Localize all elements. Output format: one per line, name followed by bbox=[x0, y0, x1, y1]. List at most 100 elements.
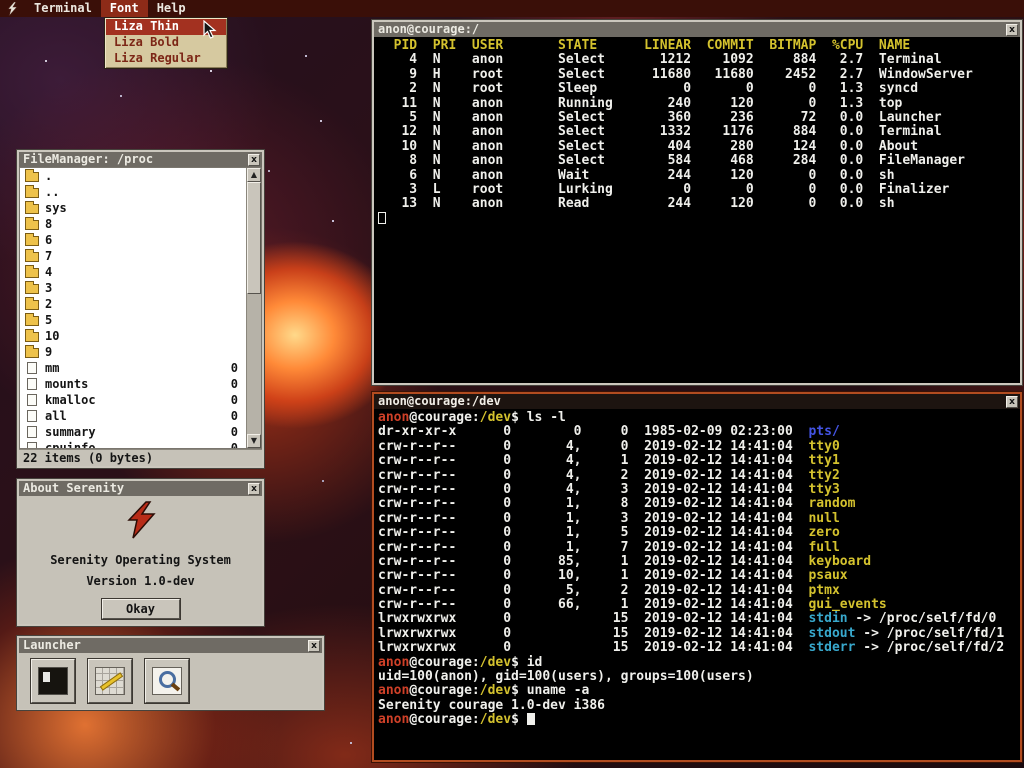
terminal-line: crw-r--r-- 0 4, 3 2019-02-12 14:41:04 tt… bbox=[378, 483, 1016, 497]
font-menu-item-liza-regular[interactable]: Liza Regular bbox=[106, 51, 226, 67]
launch-font-editor-button[interactable] bbox=[88, 659, 132, 703]
file-list-item[interactable]: summary0 bbox=[20, 424, 246, 440]
file-name: .. bbox=[45, 185, 59, 199]
file-list-item[interactable]: mm0 bbox=[20, 360, 246, 376]
terminal-line: crw-r--r-- 0 4, 2 2019-02-12 14:41:04 tt… bbox=[378, 469, 1016, 483]
process-row: 2 N root Sleep 0 0 0 1.3 syncd bbox=[378, 82, 1016, 96]
terminal-line: crw-r--r-- 0 1, 5 2019-02-12 14:41:04 ze… bbox=[378, 526, 1016, 540]
file-name: mm bbox=[45, 361, 59, 375]
close-icon[interactable]: x bbox=[1006, 24, 1018, 36]
about-version: Version 1.0-dev bbox=[86, 574, 194, 588]
scrollbar[interactable]: ▲ ▼ bbox=[246, 168, 261, 448]
file-list-item[interactable]: 7 bbox=[20, 248, 246, 264]
about-titlebar[interactable]: About Serenity x bbox=[19, 481, 262, 496]
folder-icon bbox=[25, 316, 39, 326]
close-icon[interactable]: x bbox=[1006, 396, 1018, 408]
about-body: Serenity Operating System Version 1.0-de… bbox=[19, 496, 262, 624]
terminal-line: lrwxrwxrwx 0 15 2019-02-12 14:41:04 stdo… bbox=[378, 627, 1016, 641]
file-name: all bbox=[45, 409, 67, 423]
process-row: 3 L root Lurking 0 0 0 0.0 Finalizer bbox=[378, 183, 1016, 197]
close-icon[interactable]: x bbox=[248, 483, 260, 495]
launcher-titlebar[interactable]: Launcher x bbox=[19, 638, 322, 653]
font-menu-item-liza-thin[interactable]: Liza Thin bbox=[106, 19, 226, 35]
close-icon[interactable]: x bbox=[248, 154, 260, 166]
folder-icon bbox=[25, 300, 39, 310]
file-list-item[interactable]: all0 bbox=[20, 408, 246, 424]
file-list-item[interactable]: sys bbox=[20, 200, 246, 216]
process-row: 13 N anon Read 244 120 0 0.0 sh bbox=[378, 197, 1016, 211]
file-name: summary bbox=[45, 425, 96, 439]
launch-file-search-button[interactable] bbox=[145, 659, 189, 703]
process-terminal-output[interactable]: PID PRI USER STATE LINEAR COMMIT BITMAP … bbox=[374, 37, 1020, 383]
process-row: 8 N anon Select 584 468 284 0.0 FileMana… bbox=[378, 154, 1016, 168]
file-name: 5 bbox=[45, 313, 52, 327]
file-manager-titlebar[interactable]: FileManager: /proc x bbox=[19, 152, 262, 167]
folder-icon bbox=[25, 284, 39, 294]
file-name: 4 bbox=[45, 265, 52, 279]
window-title: About Serenity bbox=[23, 481, 248, 496]
process-row: 5 N anon Select 360 236 72 0.0 Launcher bbox=[378, 111, 1016, 125]
file-list-item[interactable]: 5 bbox=[20, 312, 246, 328]
file-list-item[interactable]: .. bbox=[20, 184, 246, 200]
font-menu-item-liza-bold[interactable]: Liza Bold bbox=[106, 35, 226, 51]
terminal-line: uid=100(anon), gid=100(users), groups=10… bbox=[378, 670, 1016, 684]
file-list-item[interactable]: mounts0 bbox=[20, 376, 246, 392]
font-editor-icon bbox=[95, 667, 125, 695]
process-row: 4 N anon Select 1212 1092 884 2.7 Termin… bbox=[378, 53, 1016, 67]
font-menu: Liza ThinLiza BoldLiza Regular bbox=[104, 17, 228, 69]
menubar-item-font[interactable]: Font bbox=[101, 0, 148, 17]
file-list-item[interactable]: cpuinfo0 bbox=[20, 440, 246, 448]
status-bar: 22 items (0 bytes) bbox=[19, 449, 262, 466]
process-row: 9 H root Select 11680 11680 2452 2.7 Win… bbox=[378, 68, 1016, 82]
folder-icon bbox=[25, 348, 39, 358]
window-title: Launcher bbox=[23, 638, 308, 653]
terminal-line: crw-r--r-- 0 5, 2 2019-02-12 14:41:04 pt… bbox=[378, 584, 1016, 598]
terminal-line: anon@courage:/dev$ id bbox=[378, 656, 1016, 670]
file-list-item[interactable]: 10 bbox=[20, 328, 246, 344]
menubar-item-help[interactable]: Help bbox=[148, 0, 195, 17]
file-list-item[interactable]: 8 bbox=[20, 216, 246, 232]
close-icon[interactable]: x bbox=[308, 640, 320, 652]
process-terminal-window: anon@courage:/ x PID PRI USER STATE LINE… bbox=[372, 20, 1022, 385]
scroll-up-icon[interactable]: ▲ bbox=[247, 168, 261, 182]
file-list-item[interactable]: 3 bbox=[20, 280, 246, 296]
file-list-item[interactable]: 4 bbox=[20, 264, 246, 280]
about-os-name: Serenity Operating System bbox=[50, 553, 231, 567]
pencil-icon bbox=[100, 672, 123, 690]
file-name: 3 bbox=[45, 281, 52, 295]
file-name: kmalloc bbox=[45, 393, 96, 407]
process-row: 6 N anon Wait 244 120 0 0.0 sh bbox=[378, 169, 1016, 183]
process-terminal-titlebar[interactable]: anon@courage:/ x bbox=[374, 22, 1020, 37]
file-list-item[interactable]: . bbox=[20, 168, 246, 184]
okay-button[interactable]: Okay bbox=[102, 599, 180, 619]
file-list-item[interactable]: kmalloc 0 bbox=[20, 392, 246, 408]
terminal-line bbox=[378, 212, 1016, 226]
file-list-item[interactable]: 6 bbox=[20, 232, 246, 248]
dev-terminal-output[interactable]: anon@courage:/dev$ ls -ldr-xr-xr-x 0 0 0… bbox=[374, 409, 1020, 760]
file-list-item[interactable]: 9 bbox=[20, 344, 246, 360]
file-name: . bbox=[45, 169, 52, 183]
folder-icon bbox=[25, 236, 39, 246]
menubar: TerminalFontHelp bbox=[0, 0, 1024, 17]
terminal-line: crw-r--r-- 0 10, 1 2019-02-12 14:41:04 p… bbox=[378, 569, 1016, 583]
window-title: FileManager: /proc bbox=[23, 152, 248, 167]
file-size: 0 bbox=[231, 393, 242, 407]
file-name: mounts bbox=[45, 377, 88, 391]
terminal-cursor bbox=[527, 713, 535, 725]
file-icon bbox=[27, 362, 37, 374]
menubar-item-terminal[interactable]: Terminal bbox=[25, 0, 101, 17]
scroll-down-icon[interactable]: ▼ bbox=[247, 434, 261, 448]
file-icon bbox=[27, 442, 37, 448]
terminal-line: crw-r--r-- 0 1, 8 2019-02-12 14:41:04 ra… bbox=[378, 497, 1016, 511]
file-name: 8 bbox=[45, 217, 52, 231]
scroll-thumb[interactable] bbox=[247, 182, 261, 294]
file-list-item[interactable]: 2 bbox=[20, 296, 246, 312]
launch-terminal-button[interactable] bbox=[31, 659, 75, 703]
terminal-line: anon@courage:/dev$ uname -a bbox=[378, 684, 1016, 698]
file-name: 7 bbox=[45, 249, 52, 263]
folder-icon bbox=[25, 204, 39, 214]
serenity-lightning-icon[interactable] bbox=[0, 2, 25, 16]
scroll-track[interactable] bbox=[247, 294, 261, 434]
dev-terminal-titlebar[interactable]: anon@courage:/dev x bbox=[374, 394, 1020, 409]
folder-icon bbox=[25, 172, 39, 182]
